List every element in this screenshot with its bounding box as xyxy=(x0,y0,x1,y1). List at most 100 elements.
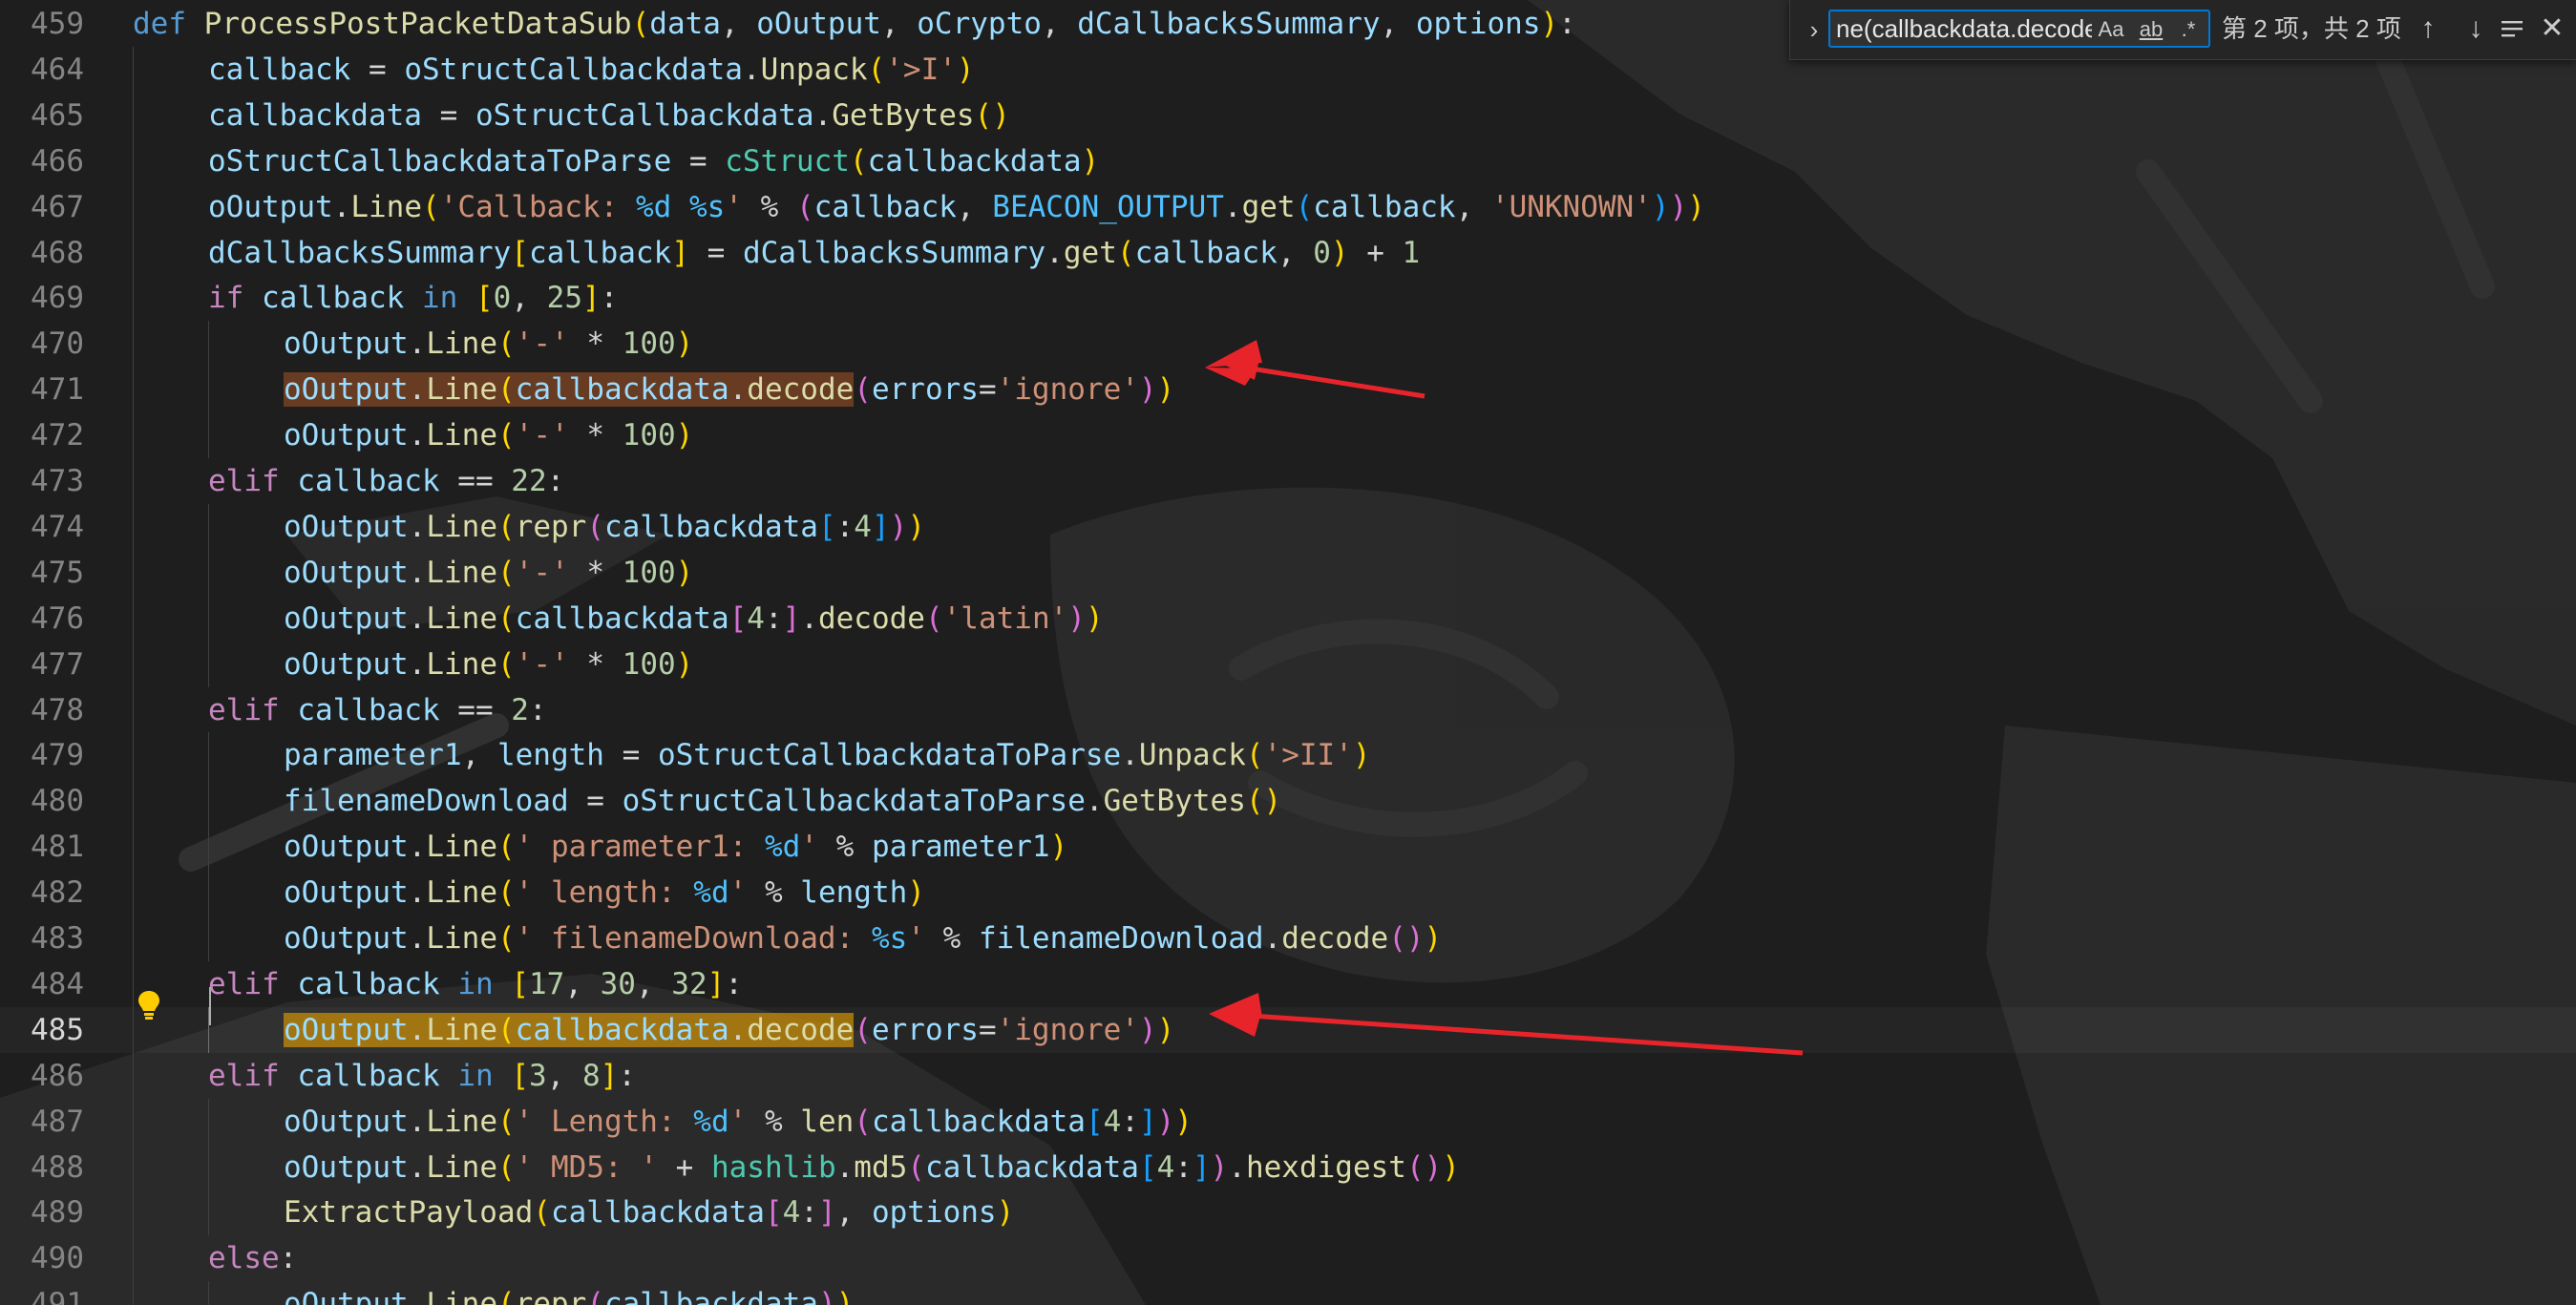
code-text[interactable]: oOutput.Line(callbackdata.decode(errors=… xyxy=(284,1007,1174,1053)
indent-guide xyxy=(133,1144,134,1190)
code-token: GetBytes xyxy=(1103,784,1246,819)
code-line[interactable]: 474 oOutput.Line(repr(callbackdata[:4])) xyxy=(0,503,2576,550)
code-token: 4 xyxy=(782,1195,801,1231)
find-input-value[interactable]: ne(callbackdata.decode xyxy=(1836,11,2092,46)
code-line[interactable]: 480 filenameDownload = oStructCallbackdat… xyxy=(0,778,2576,825)
code-line[interactable]: 473 elif callback == 22: xyxy=(0,458,2576,504)
code-text[interactable]: oOutput.Line(callbackdata[4:].decode('la… xyxy=(284,596,1104,642)
code-text[interactable]: dCallbacksSummary[callback] = dCallbacks… xyxy=(208,230,1420,276)
code-text[interactable]: oOutput.Line(' Length: %d' % len(callbac… xyxy=(284,1099,1193,1145)
code-text[interactable]: oOutput.Line(' length: %d' % length) xyxy=(284,870,925,916)
code-token: ) xyxy=(1067,600,1086,636)
code-token: 4 xyxy=(1103,1104,1122,1139)
find-in-selection-icon[interactable] xyxy=(2495,11,2529,46)
code-text[interactable]: oOutput.Line('Callback: %d %s' % (callba… xyxy=(208,184,1705,230)
code-text[interactable]: oOutput.Line(repr(callbackdata)) xyxy=(284,1281,854,1305)
indent-guide xyxy=(133,549,134,596)
line-number: 483 xyxy=(31,921,84,956)
code-text[interactable]: oOutput.Line('-' * 100) xyxy=(284,550,693,596)
code-line[interactable]: 485 oOutput.Line(callbackdata.decode(erro… xyxy=(0,1006,2576,1053)
code-token: ( xyxy=(631,7,650,41)
code-text[interactable]: def ProcessPostPacketDataSub(data, oOutp… xyxy=(133,1,1576,47)
code-text[interactable]: oOutput.Line('-' * 100) xyxy=(284,642,693,687)
find-input[interactable]: ne(callbackdata.decode Aa ab .* xyxy=(1828,10,2210,48)
code-text[interactable]: ExtractPayload(callbackdata[4:], options… xyxy=(284,1189,1014,1235)
code-line[interactable]: 482 oOutput.Line(' length: %d' % length) xyxy=(0,870,2576,916)
code-text[interactable]: elif callback in [17, 30, 32]: xyxy=(208,961,743,1007)
code-token: 4 xyxy=(1156,1149,1175,1185)
code-token: callbackdata xyxy=(550,1195,765,1231)
code-token: ) xyxy=(1156,372,1175,408)
code-line[interactable]: 477 oOutput.Line('-' * 100) xyxy=(0,641,2576,687)
code-line[interactable]: 468 dCallbacksSummary[callback] = dCallba… xyxy=(0,229,2576,276)
code-token: . xyxy=(408,1149,427,1185)
code-text[interactable]: if callback in [0, 25]: xyxy=(208,275,618,321)
code-line[interactable]: 478 elif callback == 2: xyxy=(0,686,2576,733)
arrow-down-icon[interactable]: ↓ xyxy=(2459,11,2493,46)
code-token: : xyxy=(546,464,565,498)
code-line[interactable]: 467 oOutput.Line('Callback: %d %s' % (cal… xyxy=(0,183,2576,230)
line-number: 477 xyxy=(31,646,84,682)
code-token: * xyxy=(568,555,623,590)
code-text[interactable]: oOutput.Line(' MD5: ' + hashlib.md5(call… xyxy=(284,1145,1460,1190)
code-line[interactable]: 490 else: xyxy=(0,1235,2576,1282)
code-line[interactable]: 489 ExtractPayload(callbackdata[4:], opti… xyxy=(0,1189,2576,1236)
code-text[interactable]: oOutput.Line('-' * 100) xyxy=(284,412,693,458)
code-token: oStructCallbackdata xyxy=(404,52,743,87)
code-text[interactable]: oOutput.Line(callbackdata.decode(errors=… xyxy=(284,367,1174,412)
match-case-button[interactable]: Aa xyxy=(2094,15,2128,44)
indent-guide xyxy=(208,595,209,642)
code-text[interactable]: callback = oStructCallbackdata.Unpack('>… xyxy=(208,47,975,93)
code-line[interactable]: 472 oOutput.Line('-' * 100) xyxy=(0,412,2576,459)
line-number: 479 xyxy=(31,738,84,773)
indent-guide xyxy=(208,641,209,687)
code-line[interactable]: 466 oStructCallbackdataToParse = cStruct(… xyxy=(0,137,2576,184)
code-line[interactable]: 469 if callback in [0, 25]: xyxy=(0,275,2576,322)
code-line[interactable]: 481 oOutput.Line(' parameter1: %d' % para… xyxy=(0,824,2576,871)
code-token: . xyxy=(408,555,427,590)
code-text[interactable]: elif callback == 22: xyxy=(208,458,564,504)
code-token: . xyxy=(408,600,427,636)
code-text[interactable]: filenameDownload = oStructCallbackdataTo… xyxy=(284,778,1281,824)
code-line[interactable]: 479 parameter1, length = oStructCallbackd… xyxy=(0,732,2576,779)
lightbulb-icon[interactable] xyxy=(136,989,162,1021)
code-line[interactable]: 483 oOutput.Line(' filenameDownload: %s' … xyxy=(0,916,2576,961)
code-token: md5 xyxy=(854,1149,908,1185)
code-text[interactable]: callbackdata = oStructCallbackdata.GetBy… xyxy=(208,93,1010,138)
chevron-right-icon[interactable]: › xyxy=(1804,13,1825,46)
code-line[interactable]: 488 oOutput.Line(' MD5: ' + hashlib.md5(c… xyxy=(0,1144,2576,1190)
code-text[interactable]: parameter1, length = oStructCallbackdata… xyxy=(284,732,1371,778)
code-line[interactable]: 475 oOutput.Line('-' * 100) xyxy=(0,549,2576,596)
code-token: ' length: xyxy=(515,875,694,911)
code-text[interactable]: oOutput.Line(' parameter1: %d' % paramet… xyxy=(284,824,1067,870)
code-text[interactable]: oOutput.Line('-' * 100) xyxy=(284,321,693,367)
close-icon[interactable]: ✕ xyxy=(2535,11,2569,46)
code-line[interactable]: 484 elif callback in [17, 30, 32]: xyxy=(0,960,2576,1007)
code-text[interactable]: elif callback in [3, 8]: xyxy=(208,1053,636,1099)
regex-button[interactable]: .* xyxy=(2172,15,2205,44)
code-text[interactable]: oStructCallbackdataToParse = cStruct(cal… xyxy=(208,138,1099,184)
code-line[interactable]: 465 callbackdata = oStructCallbackdata.Ge… xyxy=(0,92,2576,138)
code-text[interactable]: oOutput.Line(' filenameDownload: %s' % f… xyxy=(284,916,1442,961)
code-line[interactable]: 491 oOutput.Line(repr(callbackdata)) xyxy=(0,1281,2576,1305)
code-token: callback xyxy=(297,692,440,727)
code-token: . xyxy=(408,1104,427,1139)
code-token: 100 xyxy=(622,326,676,362)
code-line[interactable]: 470 oOutput.Line('-' * 100) xyxy=(0,321,2576,368)
code-token: ) xyxy=(1210,1149,1229,1185)
code-text[interactable]: oOutput.Line(repr(callbackdata[:4])) xyxy=(284,504,925,550)
line-number: 490 xyxy=(31,1241,84,1276)
code-line[interactable]: 487 oOutput.Line(' Length: %d' % len(call… xyxy=(0,1098,2576,1145)
code-line[interactable]: 476 oOutput.Line(callbackdata[4:].decode(… xyxy=(0,595,2576,642)
line-number: 478 xyxy=(31,692,84,727)
code-token: = xyxy=(421,97,475,133)
arrow-up-icon[interactable]: ↑ xyxy=(2411,11,2445,46)
code-line[interactable]: 486 elif callback in [3, 8]: xyxy=(0,1052,2576,1099)
code-editor[interactable]: 459 def ProcessPostPacketDataSub(data, oO… xyxy=(0,0,2576,1305)
code-text[interactable]: elif callback == 2: xyxy=(208,687,547,733)
whole-word-button[interactable]: ab xyxy=(2132,15,2170,44)
code-line[interactable]: 471 oOutput.Line(callbackdata.decode(erro… xyxy=(0,367,2576,413)
code-token: ' MD5: ' xyxy=(515,1149,658,1185)
code-text[interactable]: else: xyxy=(208,1235,297,1281)
